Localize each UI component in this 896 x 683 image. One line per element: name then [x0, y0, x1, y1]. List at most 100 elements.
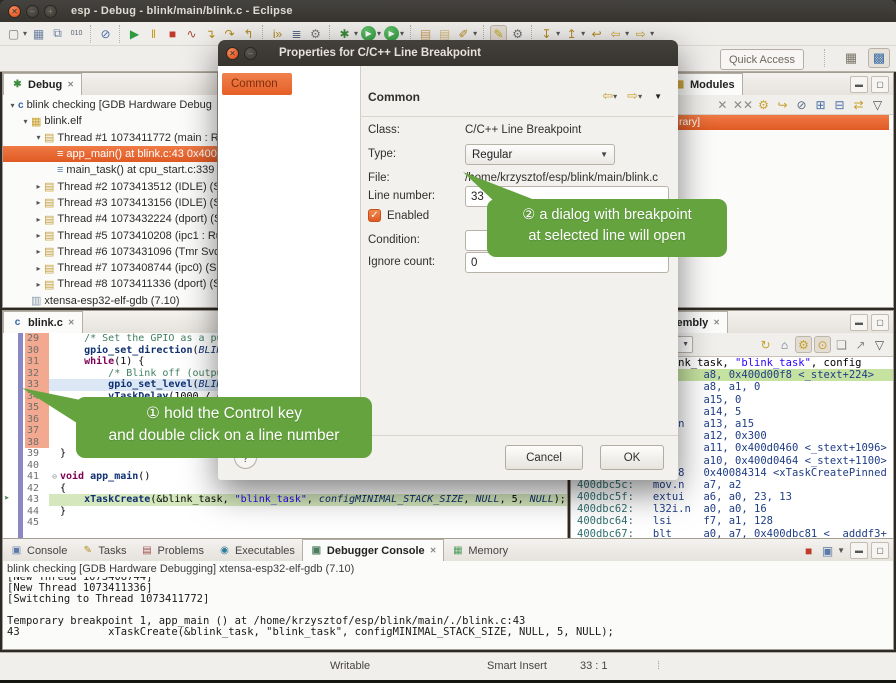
- line-number[interactable]: 43: [25, 494, 49, 506]
- run-button[interactable]: ▶: [361, 26, 376, 41]
- binary-file-button[interactable]: 010: [68, 25, 85, 42]
- debug-perspective-button[interactable]: ▩: [868, 48, 890, 68]
- maximize-icon[interactable]: ▢: [871, 314, 889, 331]
- tab-memory[interactable]: ▦Memory: [444, 540, 515, 561]
- chevron-down-icon[interactable]: ▼: [682, 341, 689, 348]
- debug-tree-item[interactable]: ▥xtensa-esp32-elf-gdb (7.10): [3, 293, 217, 307]
- tab-blink-c[interactable]: c blink.c ✕: [3, 311, 83, 333]
- minimize-icon[interactable]: ▬: [850, 542, 868, 559]
- back-icon[interactable]: ⇦: [602, 88, 613, 104]
- tree-expander-icon[interactable]: ▸: [33, 264, 44, 273]
- dialog-minimize-button[interactable]: –: [244, 47, 257, 60]
- minimize-icon[interactable]: ▬: [850, 314, 868, 331]
- remove-module-button[interactable]: ✕: [714, 96, 731, 113]
- maximize-icon[interactable]: ▢: [871, 76, 889, 93]
- forward-button-caret[interactable]: ▾: [650, 29, 654, 38]
- tree-expander-icon[interactable]: ▸: [33, 280, 44, 289]
- maximize-icon[interactable]: ▢: [871, 542, 889, 559]
- tree-expander-icon[interactable]: ▾: [7, 101, 18, 110]
- tree-expander-icon[interactable]: ▸: [33, 247, 44, 256]
- back-menu-caret[interactable]: ▾: [613, 92, 617, 101]
- pin-view-button[interactable]: ↗: [852, 336, 869, 353]
- minimize-icon[interactable]: ▬: [850, 76, 868, 93]
- save-all-button[interactable]: ⧉: [49, 25, 66, 42]
- line-number[interactable]: 42: [25, 483, 49, 495]
- line-number[interactable]: 30: [25, 345, 49, 357]
- run-button-caret[interactable]: ▾: [377, 29, 381, 38]
- debug-tree-item[interactable]: ▸▤Thread #8 1073411336 (dport) (Sus: [3, 276, 217, 292]
- link-with-debug-button[interactable]: ⇄: [850, 96, 867, 113]
- tree-expander-icon[interactable]: ▸: [33, 231, 44, 240]
- tree-expander-icon[interactable]: ▸: [33, 198, 44, 207]
- previous-annotation-button-caret[interactable]: ▾: [581, 29, 585, 38]
- suspend-button[interactable]: ‖: [145, 25, 162, 42]
- line-number[interactable]: 29: [25, 333, 49, 345]
- step-into-button[interactable]: ↴: [202, 25, 219, 42]
- view-menu-icon[interactable]: ▼: [654, 92, 662, 101]
- close-icon[interactable]: ✕: [67, 80, 74, 89]
- show-source-button[interactable]: ⚙: [795, 336, 812, 353]
- cancel-button[interactable]: Cancel: [505, 445, 583, 470]
- disconnect-button[interactable]: ∿: [183, 25, 200, 42]
- console-output[interactable]: [New Thread 1073408744][New Thread 10734…: [3, 577, 893, 649]
- remove-all-modules-button[interactable]: ✕✕: [733, 96, 753, 113]
- enabled-checkbox[interactable]: ✓: [368, 209, 381, 222]
- sidebar-item-common[interactable]: Common: [222, 73, 292, 95]
- terminate-icon[interactable]: ■: [800, 542, 817, 559]
- line-number[interactable]: 44: [25, 506, 49, 518]
- close-icon[interactable]: ✕: [430, 546, 437, 555]
- window-close-button[interactable]: ✕: [8, 5, 21, 18]
- open-new-view-button[interactable]: ❏: [833, 336, 850, 353]
- close-icon[interactable]: ✕: [713, 318, 720, 327]
- line-number[interactable]: 45: [25, 517, 49, 529]
- deselect-button[interactable]: ⊘: [793, 96, 810, 113]
- display-console-icon[interactable]: ▣: [819, 542, 836, 559]
- refresh-view-button[interactable]: ↻: [757, 336, 774, 353]
- debug-tree-item[interactable]: ▸▤Thread #6 1073431096 (Tmr Svc) (S: [3, 244, 217, 260]
- external-tools-button[interactable]: ▶: [384, 26, 399, 41]
- expand-all-button[interactable]: ⊞: [812, 96, 829, 113]
- debug-tree-item[interactable]: ▸▤Thread #2 1073413512 (IDLE) (Susp: [3, 178, 217, 194]
- view-menu-button[interactable]: ▽: [871, 336, 888, 353]
- tree-expander-icon[interactable]: ▾: [33, 133, 44, 142]
- debug-button-caret[interactable]: ▾: [354, 29, 358, 38]
- debug-tree-item[interactable]: ≡main_task() at cpu_start.c:339 0x4: [3, 162, 217, 178]
- window-maximize-button[interactable]: +: [44, 5, 57, 18]
- tab-executables[interactable]: ◉Executables: [211, 540, 302, 561]
- debug-tree-item[interactable]: ▸▤Thread #3 1073413156 (IDLE) (Susp: [3, 195, 217, 211]
- home-button[interactable]: ⌂: [776, 336, 793, 353]
- next-annotation-button-caret[interactable]: ▾: [556, 29, 560, 38]
- goto-file-button[interactable]: ↪: [774, 96, 791, 113]
- line-number[interactable]: 32: [25, 368, 49, 380]
- external-tools-button-caret[interactable]: ▾: [400, 29, 404, 38]
- tab-tasks[interactable]: ✎Tasks: [74, 540, 133, 561]
- line-number[interactable]: 41: [25, 471, 49, 483]
- terminate-button[interactable]: ■: [164, 25, 181, 42]
- debug-tree-item[interactable]: ▸▤Thread #4 1073432224 (dport) (Sus: [3, 211, 217, 227]
- debug-tree-item[interactable]: ▾▦blink.elf: [3, 113, 217, 129]
- new-wizard-button[interactable]: ▢: [5, 25, 22, 42]
- debug-tree-item[interactable]: ▾▤Thread #1 1073411772 (main : Runn: [3, 130, 217, 146]
- debug-tree-item[interactable]: ▸▤Thread #7 1073408744 (ipc0) (Susp: [3, 260, 217, 276]
- tree-expander-icon[interactable]: ▸: [33, 215, 44, 224]
- skip-all-breakpoints-button[interactable]: ⊘: [97, 25, 114, 42]
- type-select[interactable]: Regular ▼: [465, 144, 615, 165]
- tab-problems[interactable]: ▤Problems: [133, 540, 210, 561]
- line-number[interactable]: 31: [25, 356, 49, 368]
- quick-access-button[interactable]: Quick Access: [720, 49, 804, 70]
- resume-button[interactable]: ▶: [126, 25, 143, 42]
- tree-expander-icon[interactable]: ▸: [33, 182, 44, 191]
- sync-selection-button[interactable]: ⊙: [814, 336, 831, 353]
- back-button-caret[interactable]: ▾: [625, 29, 629, 38]
- debug-tree-item[interactable]: ▸▤Thread #5 1073410208 (ipc1 : Runni: [3, 227, 217, 243]
- fold-marker-icon[interactable]: ⊖: [49, 471, 60, 483]
- close-icon[interactable]: ✕: [68, 318, 75, 327]
- forward-menu-caret[interactable]: ▾: [638, 92, 642, 101]
- tab-console[interactable]: ▣Console: [3, 540, 74, 561]
- view-menu-button[interactable]: ▽: [869, 96, 886, 113]
- collapse-all-button[interactable]: ⊟: [831, 96, 848, 113]
- chevron-down-icon[interactable]: ▼: [837, 546, 845, 555]
- new-wizard-button-caret[interactable]: ▾: [23, 29, 27, 38]
- ok-button[interactable]: OK: [600, 445, 664, 470]
- tab-debugger-console[interactable]: ▣Debugger Console✕: [302, 539, 445, 561]
